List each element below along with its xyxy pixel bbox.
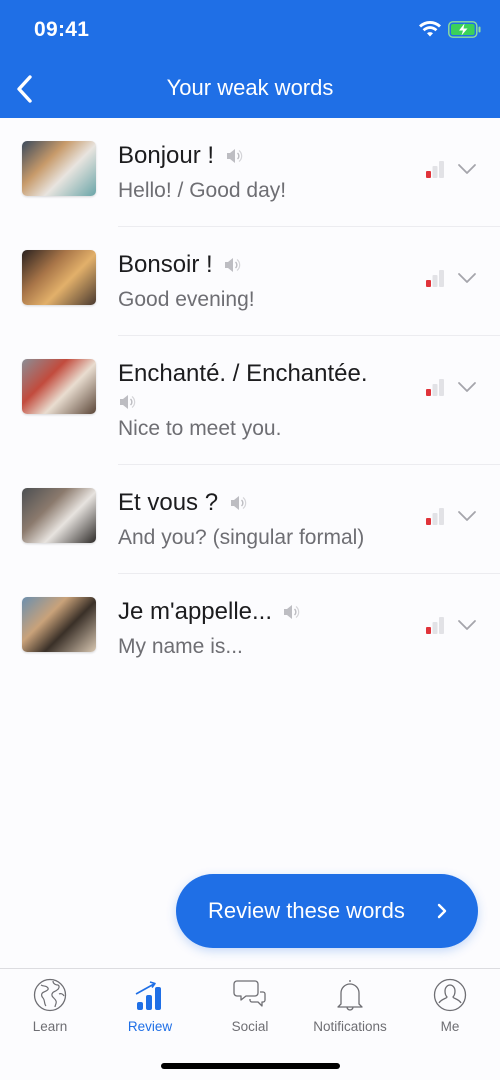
word-translation: Good evening! (118, 288, 255, 311)
word-phrase-line: Enchanté. / Enchantée. (118, 358, 400, 390)
word-translation: Nice to meet you. (118, 417, 282, 440)
globe-icon (33, 978, 67, 1012)
strength-bar (432, 275, 438, 287)
speaker-icon[interactable] (282, 604, 300, 620)
strength-bar (439, 379, 444, 396)
wifi-icon (419, 20, 441, 37)
word-phrase-line: Bonjour ! (118, 140, 400, 172)
status-bar: 09:41 (0, 0, 500, 60)
chevron-right-icon (437, 903, 447, 919)
strength-bar (432, 384, 438, 396)
review-button-label: Review these words (208, 898, 405, 923)
word-thumbnail (22, 597, 96, 652)
word-strength-icon (426, 379, 444, 396)
word-phrase-line: Je m'appelle... (118, 596, 400, 628)
chart-up-icon (135, 981, 161, 1010)
word-list-item[interactable]: Bonjour ! Hello! / Good day! (0, 118, 500, 227)
word-content: Enchanté. / Enchantée. Nice to meet you. (118, 336, 500, 465)
word-strength-icon (426, 617, 444, 634)
word-phrase-line: Et vous ? (118, 487, 400, 519)
strength-bar (432, 513, 438, 525)
word-strength-icon (426, 270, 444, 287)
page-title: Your weak words (166, 75, 334, 100)
word-list-item[interactable]: Enchanté. / Enchantée. Nice to meet you. (0, 336, 500, 465)
word-translation: Hello! / Good day! (118, 179, 287, 202)
strength-bar (439, 161, 444, 178)
expand-chevron-icon[interactable] (456, 616, 478, 634)
strength-bar (439, 508, 444, 525)
tab-label: Social (231, 1019, 269, 1034)
expand-chevron-icon[interactable] (456, 378, 478, 396)
word-phrase: Enchanté. / Enchantée. (118, 360, 368, 387)
word-thumbnail (22, 141, 96, 196)
strength-bar (439, 617, 444, 634)
battery-charging-icon (448, 21, 481, 38)
strength-bar (426, 518, 431, 525)
tab-label: Notifications (313, 1019, 387, 1034)
word-phrase: Bonsoir ! (118, 251, 213, 278)
speaker-icon[interactable] (118, 394, 136, 410)
word-phrase: Et vous ? (118, 489, 219, 516)
tab-notifications[interactable]: Notifications (300, 977, 400, 1039)
bell-icon (337, 980, 363, 1011)
nav-bar: Your weak words (0, 60, 500, 118)
review-words-button[interactable]: Review these words (176, 874, 478, 948)
word-phrase-line: Bonsoir ! (118, 249, 400, 281)
word-phrase: Je m'appelle... (118, 598, 272, 625)
tab-label: Me (440, 1019, 460, 1034)
strength-bar (426, 627, 431, 634)
home-indicator (161, 1063, 340, 1069)
word-phrase: Bonjour ! (118, 142, 215, 169)
tab-review[interactable]: Review (100, 977, 200, 1039)
strength-bar (439, 270, 444, 287)
status-time: 09:41 (34, 18, 90, 41)
person-icon (433, 978, 467, 1012)
speaker-icon[interactable] (229, 495, 247, 511)
word-strength-icon (426, 508, 444, 525)
tab-label: Learn (32, 1019, 68, 1034)
strength-bar (432, 622, 438, 634)
chat-bubbles-icon (233, 980, 266, 1007)
tab-label: Review (127, 1019, 173, 1034)
strength-bar (426, 280, 431, 287)
word-translation: And you? (singular formal) (118, 526, 365, 549)
weak-words-list: Bonjour ! Hello! / Good day! Bonsoir ! G… (0, 118, 500, 682)
word-translation: My name is... (118, 635, 243, 658)
word-strength-icon (426, 161, 444, 178)
expand-chevron-icon[interactable] (456, 269, 478, 287)
strength-bar (426, 171, 431, 178)
word-list-item[interactable]: Bonsoir ! Good evening! (0, 227, 500, 336)
strength-bar (432, 166, 438, 178)
word-thumbnail (22, 359, 96, 414)
word-thumbnail (22, 488, 96, 543)
tab-learn[interactable]: Learn (0, 977, 100, 1039)
speaker-icon[interactable] (223, 257, 241, 273)
tab-social[interactable]: Social (200, 977, 300, 1039)
word-list-item[interactable]: Je m'appelle... My name is... (0, 574, 500, 682)
tab-me[interactable]: Me (400, 977, 500, 1039)
strength-bar (426, 389, 431, 396)
expand-chevron-icon[interactable] (456, 160, 478, 178)
speaker-icon[interactable] (225, 148, 243, 164)
expand-chevron-icon[interactable] (456, 507, 478, 525)
word-list-item[interactable]: Et vous ? And you? (singular formal) (0, 465, 500, 574)
word-thumbnail (22, 250, 96, 305)
